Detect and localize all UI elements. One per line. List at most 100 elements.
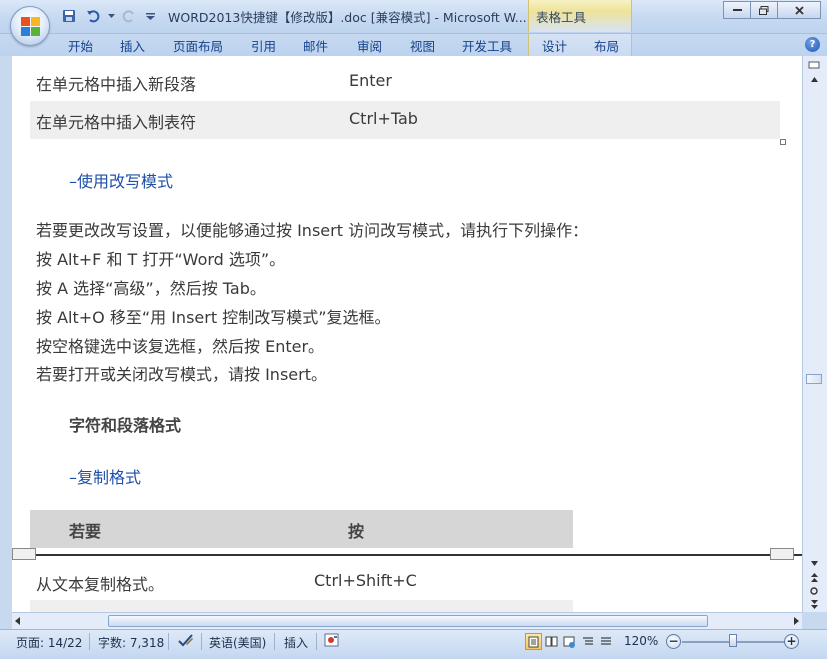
tab-mailings[interactable]: 邮件 bbox=[303, 36, 328, 54]
horizontal-scroll-thumb[interactable] bbox=[108, 615, 708, 627]
draft-view-button[interactable] bbox=[597, 633, 614, 650]
overwrite-mode-heading[interactable]: –使用改写模式 bbox=[69, 168, 173, 192]
status-bar: 页面: 14/22 字数: 7,318 英语(美国) 插入 120% − + bbox=[0, 629, 827, 659]
book-icon bbox=[545, 636, 558, 647]
double-arrow-down-icon bbox=[810, 599, 818, 609]
zoom-slider-thumb[interactable] bbox=[729, 634, 737, 647]
ruler-toggle-button[interactable] bbox=[806, 58, 822, 72]
table-cell-action: 在单元格中插入新段落 bbox=[36, 75, 197, 94]
previous-page-button[interactable] bbox=[806, 570, 822, 584]
chevron-down-icon bbox=[145, 12, 155, 20]
copy-format-heading-text: 复制格式 bbox=[77, 468, 142, 487]
customize-qat-button[interactable] bbox=[142, 7, 158, 25]
proofing-icon[interactable] bbox=[177, 633, 195, 648]
horizontal-scrollbar[interactable] bbox=[12, 612, 802, 629]
table-cell-keys: Ctrl+Shift+C bbox=[314, 571, 417, 590]
close-button[interactable] bbox=[777, 1, 821, 19]
tab-view[interactable]: 视图 bbox=[410, 36, 435, 54]
tab-page-layout[interactable]: 页面布局 bbox=[173, 36, 223, 54]
paragraph: 按 A 选择“高级”，然后按 Tab。 bbox=[36, 279, 266, 298]
table-cell-keys: Enter bbox=[349, 71, 392, 90]
table-tools-context-header: 表格工具 bbox=[528, 0, 632, 32]
double-arrow-up-icon bbox=[810, 572, 818, 582]
zoom-level[interactable]: 120% bbox=[624, 634, 658, 648]
draft-icon bbox=[600, 637, 611, 645]
page-indicator[interactable]: 页面: 14/22 bbox=[16, 634, 82, 651]
tab-references[interactable]: 引用 bbox=[251, 36, 276, 54]
minimize-button[interactable] bbox=[723, 1, 751, 19]
status-separator bbox=[201, 633, 202, 650]
save-icon bbox=[63, 10, 75, 22]
copy-format-heading[interactable]: –复制格式 bbox=[69, 464, 141, 488]
split-handle-right[interactable] bbox=[770, 548, 794, 560]
table-resize-handle[interactable] bbox=[780, 139, 786, 145]
table-header-col2: 按 bbox=[348, 522, 365, 541]
word-count[interactable]: 字数: 7,318 bbox=[98, 634, 164, 651]
table-header-row bbox=[30, 510, 573, 548]
section-heading: 字符和段落格式 bbox=[69, 416, 182, 435]
scroll-up-button[interactable] bbox=[806, 72, 822, 86]
paragraph: 按 Alt+O 移至“用 Insert 控制改写模式”复选框。 bbox=[36, 308, 391, 327]
page-icon bbox=[528, 636, 539, 647]
window-split-bar[interactable] bbox=[12, 554, 802, 556]
scroll-down-button[interactable] bbox=[806, 556, 822, 570]
vertical-scroll-thumb[interactable] bbox=[806, 374, 822, 384]
restore-icon bbox=[759, 5, 769, 15]
paragraph: 若要更改改写设置，以便能够通过按 Insert 访问改写模式，请执行下列操作： bbox=[36, 221, 589, 240]
title-bar: WORD2013快捷键【修改版】.doc [兼容模式] - Microsoft … bbox=[0, 0, 827, 34]
tab-layout[interactable]: 布局 bbox=[594, 36, 619, 54]
web-layout-view-button[interactable] bbox=[561, 633, 578, 650]
ruler-icon bbox=[808, 61, 820, 69]
status-separator bbox=[168, 633, 169, 650]
select-browse-object-button[interactable] bbox=[806, 584, 822, 598]
tab-home[interactable]: 开始 bbox=[68, 36, 93, 54]
insert-mode-indicator[interactable]: 插入 bbox=[284, 634, 308, 651]
full-screen-reading-button[interactable] bbox=[543, 633, 560, 650]
web-page-icon bbox=[563, 636, 575, 648]
table-cell-keys: Ctrl+Tab bbox=[349, 109, 418, 128]
document-page[interactable]: 在单元格中插入新段落 Enter 在单元格中插入制表符 Ctrl+Tab –使用… bbox=[12, 56, 802, 612]
table-cell-action: 在单元格中插入制表符 bbox=[36, 113, 197, 132]
status-separator bbox=[316, 633, 317, 650]
context-tab-group-label: 表格工具 bbox=[536, 10, 587, 25]
outline-view-button[interactable] bbox=[579, 633, 596, 650]
undo-icon bbox=[87, 10, 100, 23]
paragraph: 按 Alt+F 和 T 打开“Word 选项”。 bbox=[36, 250, 286, 269]
undo-button[interactable] bbox=[82, 7, 104, 25]
office-button[interactable] bbox=[10, 6, 50, 46]
tab-design[interactable]: 设计 bbox=[542, 36, 567, 54]
zoom-out-button[interactable]: − bbox=[666, 634, 681, 649]
split-handle-left[interactable] bbox=[12, 548, 36, 560]
arrow-up-icon bbox=[810, 76, 818, 82]
print-layout-view-button[interactable] bbox=[525, 633, 542, 650]
vertical-scrollbar[interactable] bbox=[802, 56, 827, 612]
quick-access-toolbar bbox=[58, 7, 158, 25]
circle-icon bbox=[810, 587, 818, 595]
paragraph: 若要打开或关闭改写模式，请按 Insert。 bbox=[36, 365, 327, 384]
next-page-button[interactable] bbox=[806, 597, 822, 611]
tab-insert[interactable]: 插入 bbox=[120, 36, 145, 54]
redo-button[interactable] bbox=[118, 7, 140, 25]
tab-developer[interactable]: 开发工具 bbox=[462, 36, 512, 54]
arrow-down-icon bbox=[810, 560, 818, 566]
minimize-icon bbox=[732, 8, 742, 11]
overwrite-mode-heading-text: 使用改写模式 bbox=[77, 172, 174, 191]
arrow-left-icon[interactable] bbox=[15, 617, 20, 625]
arrow-right-icon[interactable] bbox=[794, 617, 799, 625]
undo-dropdown[interactable] bbox=[106, 7, 116, 25]
close-icon bbox=[794, 5, 804, 15]
maximize-button[interactable] bbox=[750, 1, 778, 19]
macro-record-icon[interactable] bbox=[324, 633, 340, 648]
save-button[interactable] bbox=[58, 7, 80, 25]
outline-icon bbox=[582, 637, 593, 645]
window-title: WORD2013快捷键【修改版】.doc [兼容模式] - Microsoft … bbox=[168, 10, 527, 25]
status-separator bbox=[89, 633, 90, 650]
language-indicator[interactable]: 英语(美国) bbox=[209, 634, 266, 651]
table-header-col1: 若要 bbox=[69, 522, 102, 541]
zoom-in-button[interactable]: + bbox=[784, 634, 799, 649]
status-separator bbox=[274, 633, 275, 650]
tab-review[interactable]: 审阅 bbox=[357, 36, 382, 54]
help-icon[interactable]: ? bbox=[805, 37, 820, 52]
table-row-shade bbox=[30, 600, 573, 612]
document-area[interactable]: 在单元格中插入新段落 Enter 在单元格中插入制表符 Ctrl+Tab –使用… bbox=[0, 56, 802, 612]
